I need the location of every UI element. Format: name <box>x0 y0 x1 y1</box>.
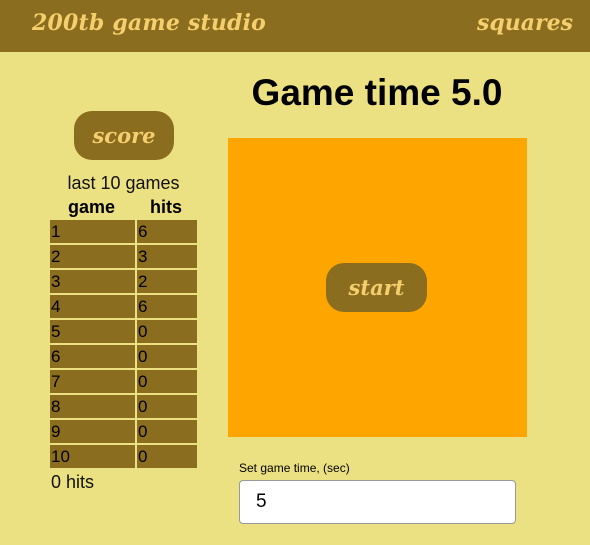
score-row: 3 2 <box>50 270 198 293</box>
top-bar: 200tb game studio squares <box>0 0 590 52</box>
game-number-cell: 5 <box>50 320 135 343</box>
score-row: 6 0 <box>50 345 198 368</box>
hits-cell: 3 <box>137 245 197 268</box>
last-games-caption: last 10 games <box>67 173 180 193</box>
score-row: 5 0 <box>50 320 198 343</box>
hits-cell: 0 <box>137 345 197 368</box>
game-number-cell: 6 <box>50 345 135 368</box>
studio-brand: 200tb game studio <box>32 10 267 36</box>
game-number-cell: 3 <box>50 270 135 293</box>
hits-cell: 6 <box>137 295 197 318</box>
game-name: squares <box>477 10 573 36</box>
game-number-cell: 4 <box>50 295 135 318</box>
game-number-cell: 10 <box>50 445 135 468</box>
score-row: 4 6 <box>50 295 198 318</box>
game-number-cell: 7 <box>50 370 135 393</box>
hits-cell: 0 <box>137 395 197 418</box>
game-number-cell: 8 <box>50 395 135 418</box>
score-row: 7 0 <box>50 370 198 393</box>
hits-cell: 0 <box>137 445 197 468</box>
hits-column-header: hits <box>150 197 183 217</box>
score-row: 9 0 <box>50 420 198 443</box>
score-button[interactable]: score <box>74 111 174 160</box>
game-play-area[interactable]: start <box>228 138 527 437</box>
hits-cell: 0 <box>137 320 197 343</box>
start-button[interactable]: start <box>326 263 427 312</box>
score-row: 8 0 <box>50 395 198 418</box>
score-row: 2 3 <box>50 245 198 268</box>
score-row: 10 0 <box>50 445 198 468</box>
game-column-header: game <box>68 197 116 217</box>
game-time-input[interactable] <box>239 480 516 524</box>
game-number-cell: 9 <box>50 420 135 443</box>
hits-cell: 0 <box>137 420 197 443</box>
hits-cell: 2 <box>137 270 197 293</box>
hits-cell: 0 <box>137 370 197 393</box>
score-table: 1 6 2 3 3 2 4 6 5 0 6 0 7 0 8 0 9 0 10 0 <box>50 220 198 470</box>
game-time-title: Game time 5.0 <box>251 72 503 113</box>
current-hits-total: 0 hits <box>51 472 95 492</box>
hits-cell: 6 <box>137 220 197 243</box>
game-time-label: Set game time, (sec) <box>239 461 350 475</box>
game-number-cell: 1 <box>50 220 135 243</box>
score-row: 1 6 <box>50 220 198 243</box>
game-number-cell: 2 <box>50 245 135 268</box>
